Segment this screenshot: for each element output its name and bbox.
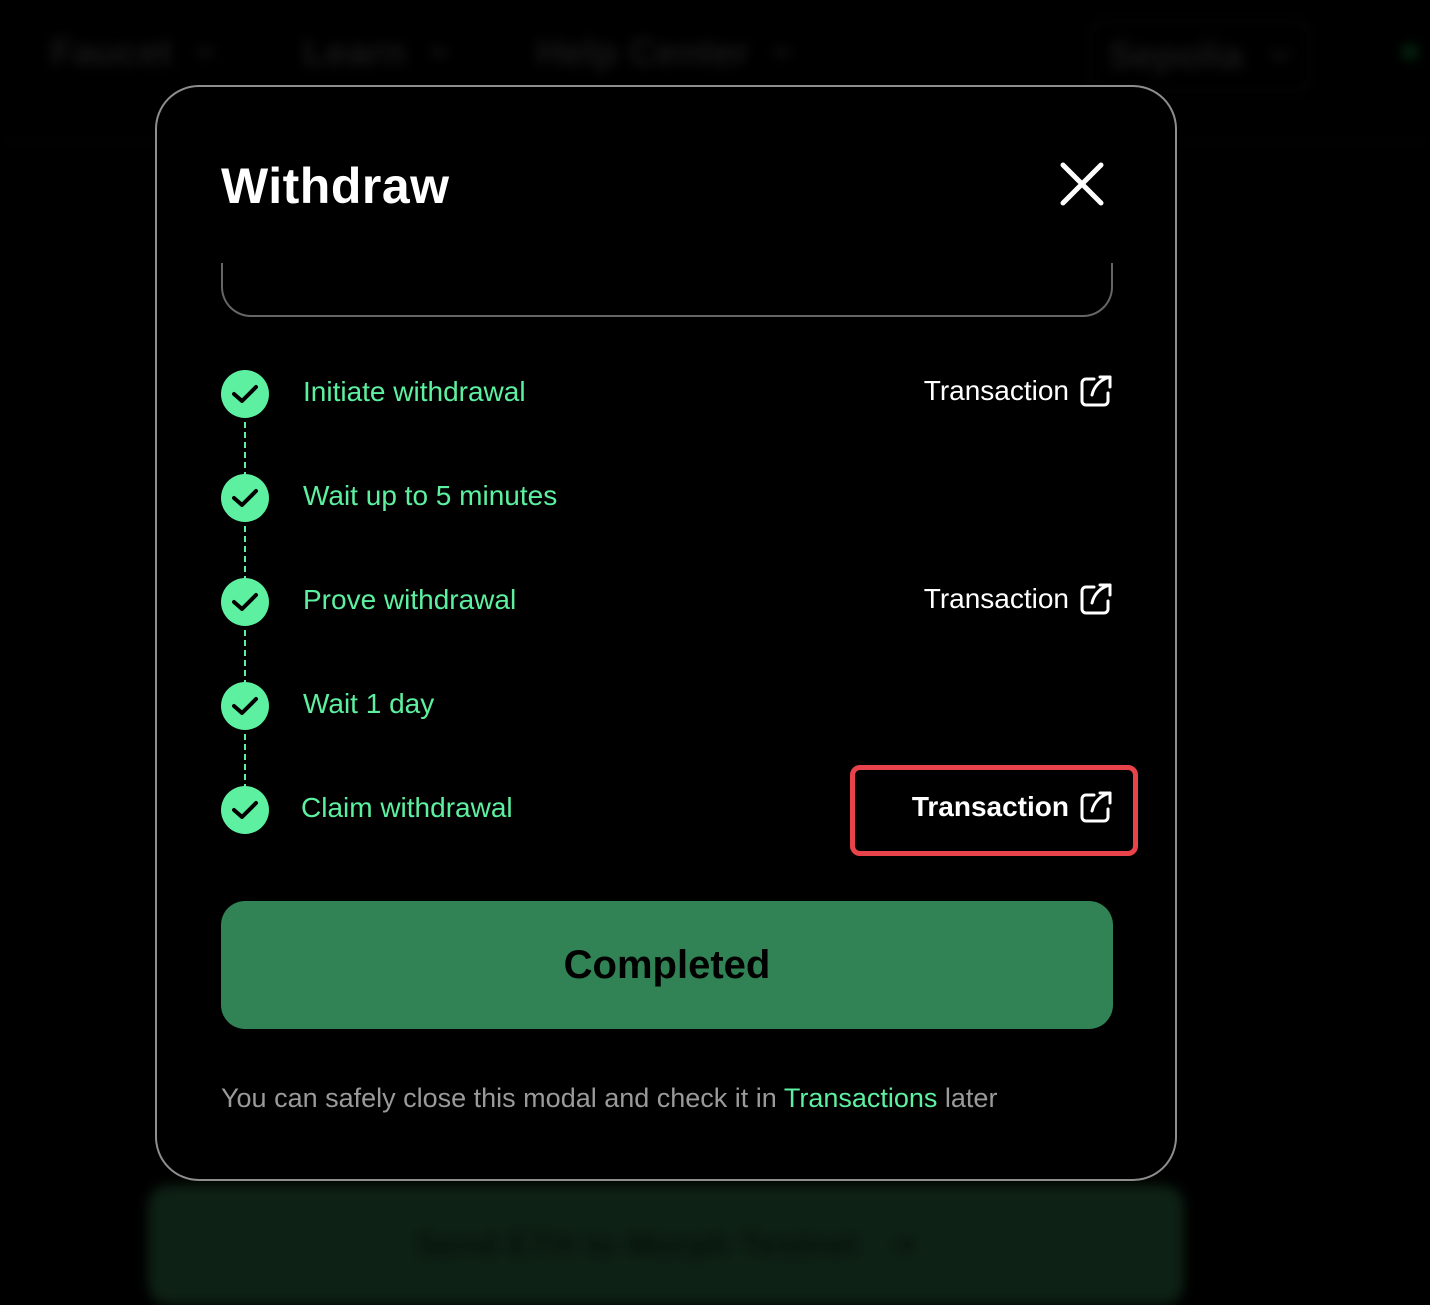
footer-note: You can safely close this modal and chec… xyxy=(221,1083,997,1114)
check-circle-icon xyxy=(221,682,269,730)
step-wait-5-minutes: Wait up to 5 minutes xyxy=(221,474,1113,534)
nav-learn[interactable]: Learn xyxy=(302,32,445,75)
check-circle-icon xyxy=(221,370,269,418)
connection-status-dot xyxy=(1402,44,1418,60)
step-label: Wait up to 5 minutes xyxy=(303,480,557,512)
amount-summary-box xyxy=(221,263,1113,317)
step-connector xyxy=(244,734,246,790)
step-prove-withdrawal: Prove withdrawal Transaction xyxy=(221,578,1113,638)
close-button[interactable] xyxy=(1057,159,1107,209)
modal-title: Withdraw xyxy=(221,157,450,215)
nav-faucet[interactable]: Faucet xyxy=(50,32,212,75)
highlight-box xyxy=(850,765,1138,856)
chevron-down-icon xyxy=(429,39,449,59)
step-label: Wait 1 day xyxy=(303,688,434,720)
external-link-icon xyxy=(1079,582,1113,616)
chevron-down-icon xyxy=(772,39,792,59)
nav-help-center[interactable]: Help Center xyxy=(536,32,789,75)
network-selector[interactable]: Sepolia xyxy=(1090,20,1310,92)
step-wait-1-day: Wait 1 day xyxy=(221,682,1113,742)
chevron-down-icon xyxy=(1270,42,1290,62)
check-circle-icon xyxy=(221,786,269,834)
step-label: Claim withdrawal xyxy=(301,792,513,824)
external-link-icon xyxy=(1079,374,1113,408)
send-eth-button[interactable]: Send ETH to Morph Testnet➜ xyxy=(148,1185,1184,1305)
transaction-link[interactable]: Transaction xyxy=(924,582,1113,616)
transaction-link[interactable]: Transaction xyxy=(924,374,1113,408)
step-label: Prove withdrawal xyxy=(303,584,516,616)
arrow-right-icon: ➜ xyxy=(888,1225,917,1265)
transactions-link[interactable]: Transactions xyxy=(784,1083,938,1113)
step-label: Initiate withdrawal xyxy=(303,376,526,408)
step-connector xyxy=(244,630,246,686)
completed-button[interactable]: Completed xyxy=(221,901,1113,1029)
check-circle-icon xyxy=(221,474,269,522)
step-initiate-withdrawal: Initiate withdrawal Transaction xyxy=(221,370,1113,430)
chevron-down-icon xyxy=(196,39,216,59)
close-icon xyxy=(1057,159,1107,209)
withdraw-modal: Withdraw Initiate withdrawal Transaction… xyxy=(155,85,1177,1181)
step-connector xyxy=(244,526,246,582)
check-circle-icon xyxy=(221,578,269,626)
step-connector xyxy=(244,422,246,478)
